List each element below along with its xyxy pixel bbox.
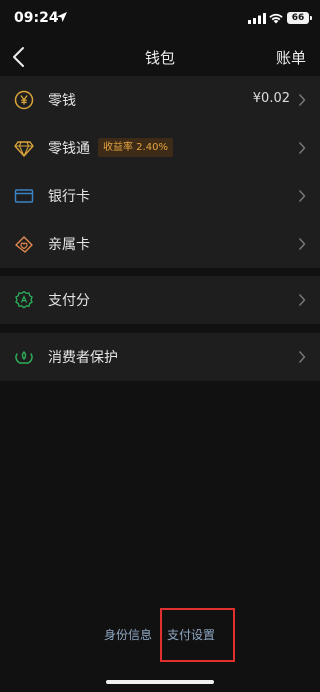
list-item-label: 支付分 xyxy=(48,293,90,309)
chevron-right-icon xyxy=(298,351,306,363)
balance-value: ¥0.02 xyxy=(252,91,290,106)
wallet-screen: 09:24 66 钱包 账单 零钱 ¥0.02 零钱通 收益率 2.40% 银行… xyxy=(0,0,320,692)
yen-coin-icon xyxy=(14,90,34,110)
chevron-right-icon xyxy=(298,142,306,154)
consumer-protection-icon xyxy=(15,351,33,364)
list-item-label: 零钱通 xyxy=(48,141,90,157)
chevron-right-icon xyxy=(298,238,306,250)
home-indicator xyxy=(106,680,214,684)
location-arrow-icon xyxy=(57,12,67,22)
bill-button[interactable]: 账单 xyxy=(276,47,306,68)
bank-card-icon xyxy=(14,189,34,203)
yield-badge: 收益率 2.40% xyxy=(98,138,173,157)
chevron-right-icon xyxy=(298,190,306,202)
wifi-icon xyxy=(269,13,283,24)
wallet-group-score: 支付分 xyxy=(0,276,320,324)
cellular-signal-icon xyxy=(248,13,266,24)
list-item-consumer-protection[interactable]: 消费者保护 xyxy=(0,333,320,381)
status-bar: 09:24 66 xyxy=(0,0,320,38)
highlight-box xyxy=(160,608,235,662)
chevron-right-icon xyxy=(298,294,306,306)
chevron-right-icon xyxy=(298,94,306,106)
battery-tip xyxy=(310,16,312,20)
list-item-change[interactable]: 零钱 ¥0.02 xyxy=(0,76,320,124)
pay-score-icon xyxy=(15,290,33,309)
page-title: 钱包 xyxy=(144,49,175,67)
nav-bar: 钱包 账单 xyxy=(0,38,320,76)
identity-info-link[interactable]: 身份信息 xyxy=(104,626,152,643)
wallet-group-protection: 消费者保护 xyxy=(0,333,320,381)
family-card-icon xyxy=(15,236,33,253)
list-item-change-plus[interactable]: 零钱通 收益率 2.40% xyxy=(0,124,320,172)
battery-icon: 66 xyxy=(287,12,309,24)
wallet-group-main: 零钱 ¥0.02 零钱通 收益率 2.40% 银行卡 亲属卡 xyxy=(0,76,320,268)
diamond-icon xyxy=(14,141,34,157)
list-item-label: 亲属卡 xyxy=(48,237,90,253)
list-item-family-card[interactable]: 亲属卡 xyxy=(0,220,320,268)
list-item-label: 零钱 xyxy=(48,93,76,109)
list-item-label: 银行卡 xyxy=(48,189,90,205)
list-item-pay-score[interactable]: 支付分 xyxy=(0,276,320,324)
status-time: 09:24 xyxy=(14,10,59,26)
list-item-bank-card[interactable]: 银行卡 xyxy=(0,172,320,220)
back-arrow-icon[interactable] xyxy=(8,44,30,70)
list-item-label: 消费者保护 xyxy=(48,350,118,366)
